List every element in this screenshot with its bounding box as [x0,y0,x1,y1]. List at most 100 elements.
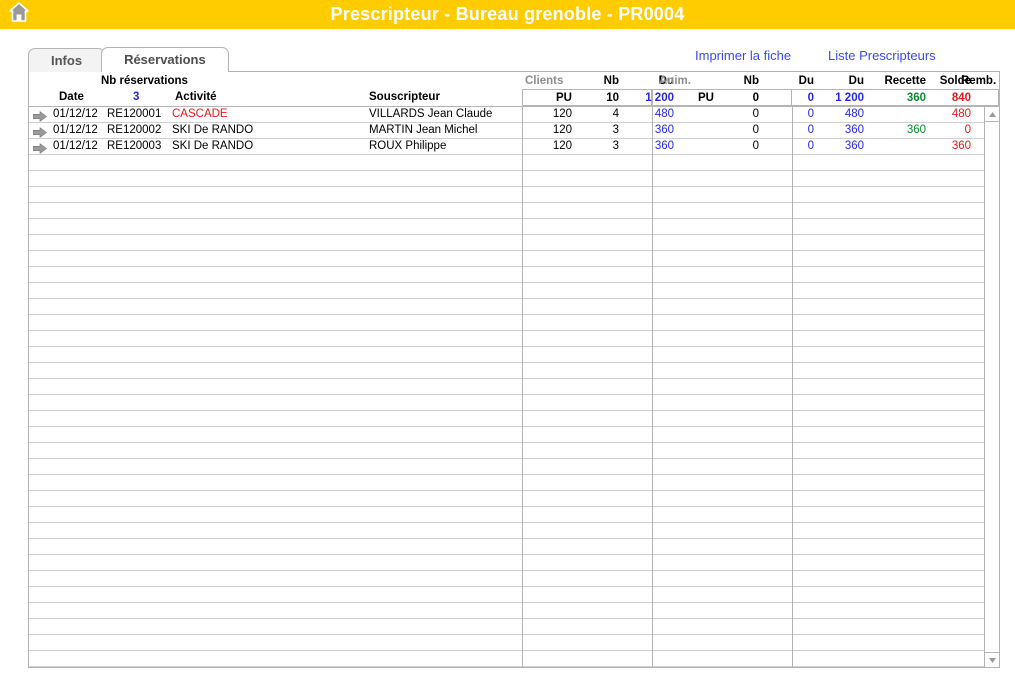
cell-date: 01/12/12 [53,140,98,152]
column-header-total-du: Du [848,75,864,87]
table-row-empty[interactable] [29,571,984,587]
cell-clients-nb: 3 [612,124,619,136]
group-header-nb-reservations: Nb réservations [101,75,188,87]
table-row-empty[interactable] [29,155,984,171]
reservations-table-body[interactable]: 01/12/12 RE120001 CASCADE VILLARDS Jean Cla… [29,106,985,667]
cell-souscripteur: ROUX Philippe [369,140,447,152]
table-row-empty[interactable] [29,523,984,539]
table-row-empty[interactable] [29,251,984,267]
table-row-empty[interactable] [29,363,984,379]
cell-activite: SKI De RANDO [172,124,254,136]
table-row[interactable]: 01/12/12 RE120002 SKI De RANDO MARTIN Jean … [29,123,984,139]
cell-anim-nb: 0 [752,140,759,152]
cell-clients-nb: 4 [612,108,619,120]
scroll-down-arrow-icon[interactable] [985,652,999,667]
column-header-anim-nb: Nb [743,75,759,87]
divider-anim [652,107,653,667]
summary-clients-nb: 10 [606,92,619,104]
summary-clients-du: 1 200 [645,92,674,104]
vertical-scrollbar[interactable] [984,106,999,667]
table-row-empty[interactable] [29,459,984,475]
table-row[interactable]: 01/12/12 RE120001 CASCADE VILLARDS Jean Cla… [29,107,984,123]
table-row-empty[interactable] [29,411,984,427]
table-row[interactable]: 01/12/12 RE120003 SKI De RANDO ROUX Philipp… [29,139,984,155]
prescriptor-list-link[interactable]: Liste Prescripteurs [828,48,936,63]
divider-totals [792,107,793,667]
column-header-remb: Remb. [961,75,997,87]
table-row-empty[interactable] [29,507,984,523]
scroll-up-arrow-icon[interactable] [985,107,999,122]
cell-date: 01/12/12 [53,124,98,136]
title-bar: Prescripteur - Bureau grenoble - PR0004 [0,0,1015,29]
cell-solde: 0 [964,124,971,136]
cell-total-du: 480 [844,108,864,120]
table-row-empty[interactable] [29,395,984,411]
row-container: 01/12/12 RE120001 CASCADE VILLARDS Jean Cla… [29,107,984,667]
cell-souscripteur: MARTIN Jean Michel [369,124,478,136]
table-row-empty[interactable] [29,427,984,443]
cell-total-du: 360 [844,140,864,152]
table-row-empty[interactable] [29,651,984,667]
cell-solde: 480 [951,108,971,120]
cell-activite: SKI De RANDO [172,140,254,152]
table-row-empty[interactable] [29,283,984,299]
summary-anim-nb: 0 [752,92,759,104]
table-row-empty[interactable] [29,347,984,363]
column-header-count-value: 3 [133,91,140,103]
cell-anim-nb: 0 [752,108,759,120]
cell-ref: RE120001 [107,108,162,120]
cell-anim-nb: 0 [752,124,759,136]
table-row-empty[interactable] [29,539,984,555]
cell-clients-pu: 120 [552,124,572,136]
table-row-empty[interactable] [29,203,984,219]
table-row-empty[interactable] [29,267,984,283]
table-row-empty[interactable] [29,475,984,491]
divider-clients [522,107,523,667]
cell-ref: RE120002 [107,124,162,136]
table-row-empty[interactable] [29,219,984,235]
table-row-empty[interactable] [29,171,984,187]
tab-reservations[interactable]: Réservations [101,47,229,72]
column-header-clients-nb: Nb [603,75,619,87]
column-header-date: Date [59,91,84,103]
cell-clients-nb: 3 [612,140,619,152]
tab-infos[interactable]: Infos [28,48,106,72]
summary-clients-pu: PU [556,92,572,104]
table-row-empty[interactable] [29,587,984,603]
print-record-link[interactable]: Imprimer la fiche [695,48,791,63]
summary-anim-pu: PU [698,92,714,104]
table-row-empty[interactable] [29,635,984,651]
table-row-empty[interactable] [29,299,984,315]
reservations-panel: Nb réservations Clients Nb Du Anim. Nb D… [28,71,1000,668]
cell-clients-pu: 120 [552,140,572,152]
table-row-empty[interactable] [29,235,984,251]
cell-souscripteur: VILLARDS Jean Claude [369,108,493,120]
table-row-empty[interactable] [29,619,984,635]
summary-solde: 840 [951,92,971,104]
group-header-anim: Anim. [659,75,691,87]
table-row-empty[interactable] [29,603,984,619]
cell-clients-pu: 120 [552,108,572,120]
cell-activite: CASCADE [172,108,228,120]
table-row-empty[interactable] [29,331,984,347]
cell-clients-du: 360 [654,124,674,136]
table-header: Nb réservations Clients Nb Du Anim. Nb D… [29,72,999,106]
page-title: Prescripteur - Bureau grenoble - PR0004 [330,4,685,24]
table-row-empty[interactable] [29,187,984,203]
cell-clients-du: 480 [654,108,674,120]
tab-bar: Infos Réservations [28,47,229,72]
cell-solde: 360 [951,140,971,152]
cell-total-du: 360 [844,124,864,136]
scrollbar-track[interactable] [985,123,999,651]
table-row-empty[interactable] [29,379,984,395]
cell-ref: RE120003 [107,140,162,152]
column-header-activite: Activité [175,91,217,103]
table-row-empty[interactable] [29,491,984,507]
table-row-empty[interactable] [29,555,984,571]
cell-date: 01/12/12 [53,108,98,120]
table-row-empty[interactable] [29,443,984,459]
table-row-empty[interactable] [29,315,984,331]
cell-clients-du: 360 [654,140,674,152]
column-header-souscripteur: Souscripteur [369,91,440,103]
summary-total-du: 1 200 [835,92,864,104]
